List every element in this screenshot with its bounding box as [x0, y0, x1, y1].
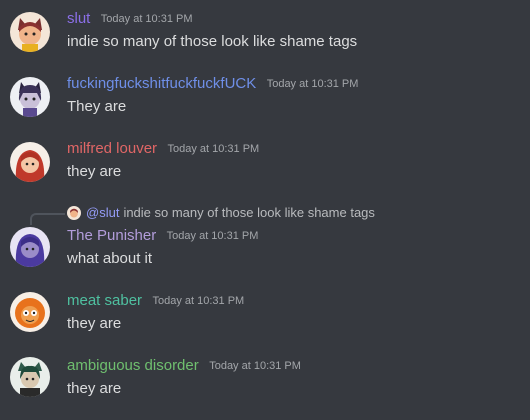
timestamp: Today at 10:31 PM — [167, 143, 260, 155]
username[interactable]: fuckingfuckshitfuckfuckfUCK — [67, 75, 256, 92]
message-content: what about it — [67, 250, 153, 267]
username[interactable]: ambiguous disorder — [67, 357, 199, 374]
orange-creature-avatar[interactable] — [10, 292, 50, 332]
cat-girl-avatar[interactable] — [10, 12, 50, 52]
message-content: they are — [67, 163, 122, 180]
reply-spine — [30, 213, 65, 225]
reply-mention[interactable]: @slut — [86, 205, 119, 220]
message-content: they are — [67, 315, 122, 332]
message-content: indie so many of those look like shame t… — [67, 33, 358, 50]
reply-preview[interactable]: @slut indie so many of those look like s… — [67, 205, 375, 220]
cat-girl-avatar — [67, 205, 81, 220]
red-hair-woman-avatar[interactable] — [10, 142, 50, 182]
green-hair-avatar[interactable] — [10, 357, 50, 397]
timestamp: Today at 10:31 PM — [152, 295, 245, 307]
timestamp: Today at 10:31 PM — [266, 78, 359, 90]
reply-text: indie so many of those look like shame t… — [123, 205, 375, 220]
dark-hair-girl-avatar[interactable] — [10, 77, 50, 117]
message-content: They are — [67, 98, 127, 115]
timestamp: Today at 10:31 PM — [166, 230, 259, 242]
timestamp: Today at 10:31 PM — [100, 13, 193, 25]
username[interactable]: milfred louver — [67, 140, 157, 157]
timestamp: Today at 10:31 PM — [209, 360, 301, 372]
purple-hair-avatar[interactable] — [10, 227, 50, 267]
username[interactable]: slut — [67, 10, 90, 27]
message-content: they are — [67, 380, 122, 397]
username[interactable]: The Punisher — [67, 227, 156, 244]
username[interactable]: meat saber — [67, 292, 142, 309]
